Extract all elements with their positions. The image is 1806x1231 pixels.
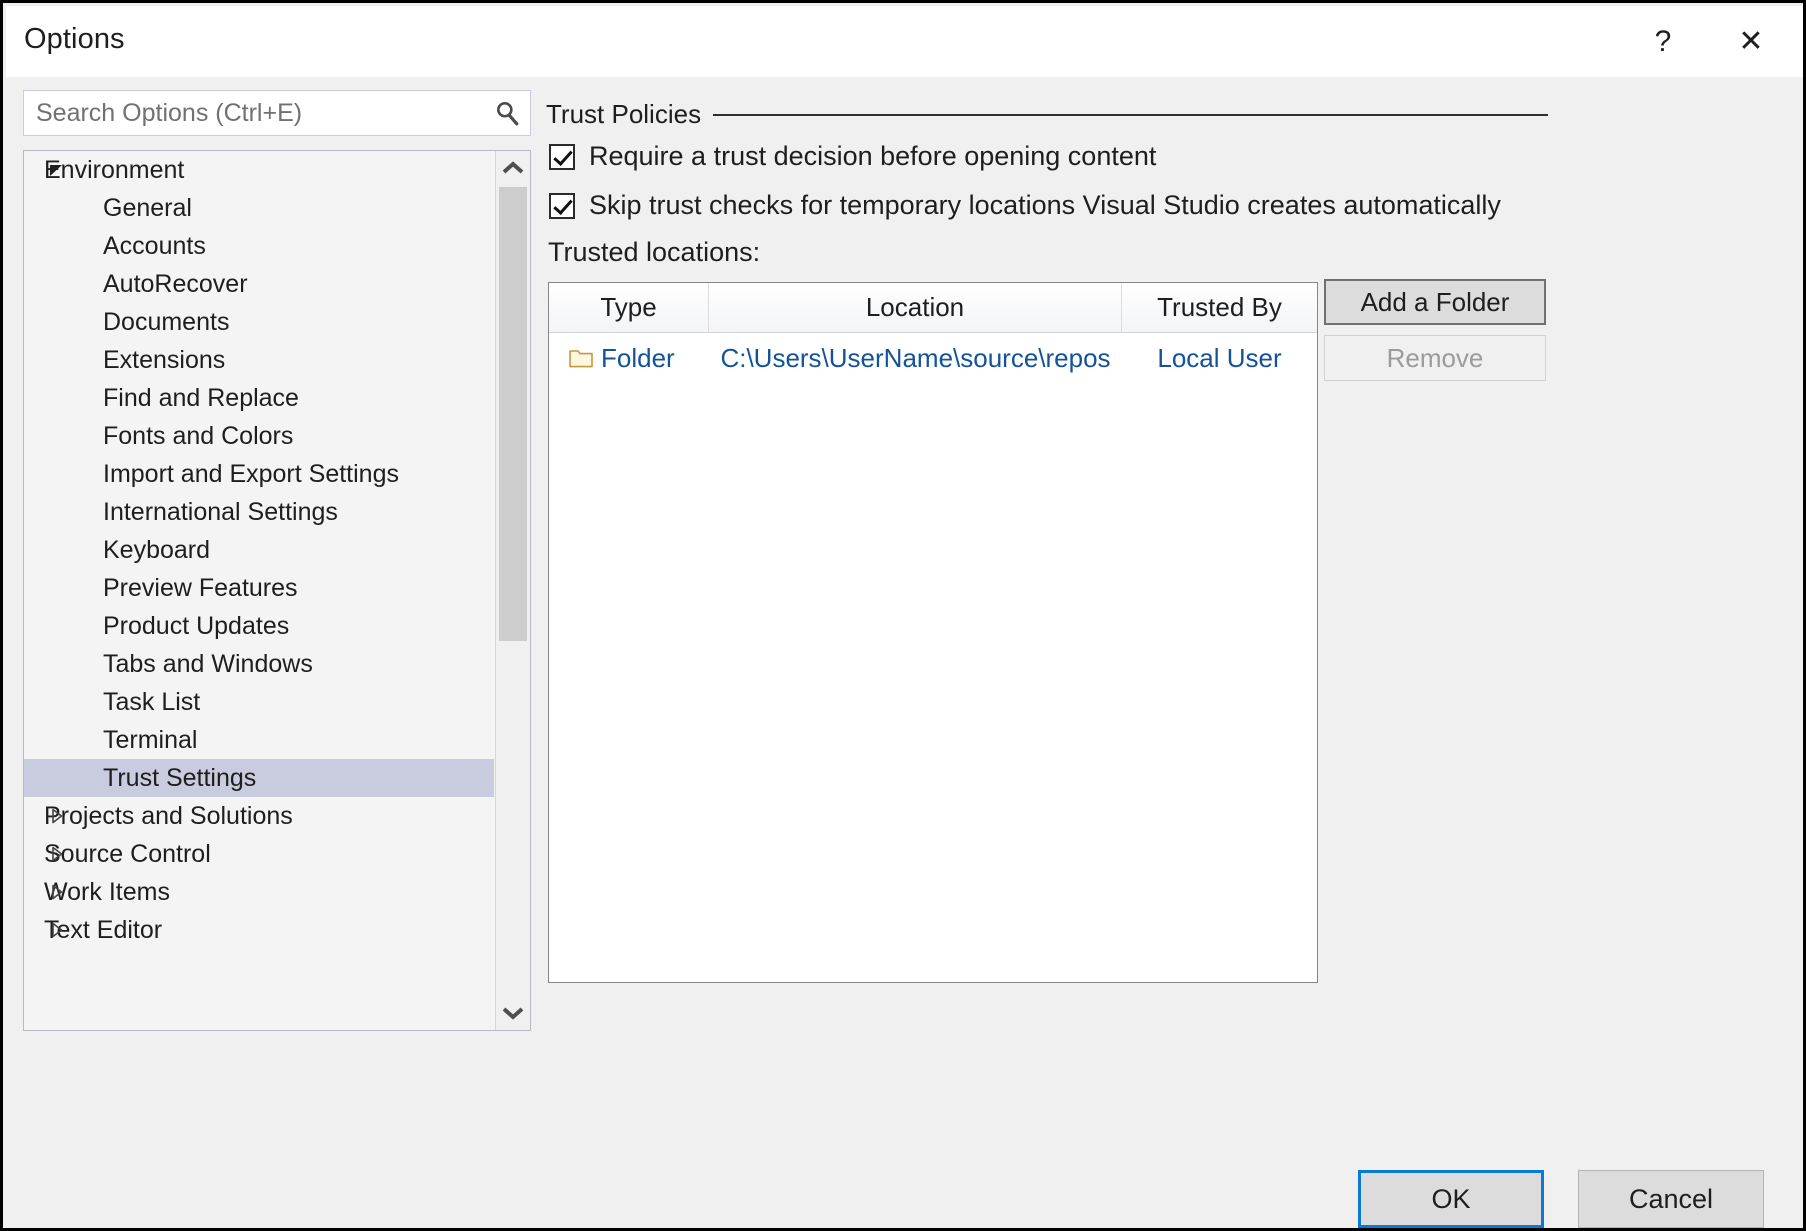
tree-expander-collapsed-icon[interactable] <box>46 881 68 903</box>
tree-item-fonts-and-colors[interactable]: Fonts and Colors <box>24 417 494 455</box>
cell-type-text: Folder <box>601 343 675 374</box>
tree-item-terminal[interactable]: Terminal <box>24 721 494 759</box>
tree-item-trust-settings[interactable]: Trust Settings <box>24 759 494 797</box>
table-header-row: Type Location Trusted By <box>549 283 1317 333</box>
tree-item-label: Projects and Solutions <box>44 802 293 831</box>
tree-item-label: Preview Features <box>103 574 298 603</box>
question-mark-icon: ? <box>1655 25 1672 59</box>
group-title: Trust Policies <box>546 99 713 130</box>
trusted-locations-table: Type Location Trusted By Folder C:\Users… <box>548 282 1318 983</box>
tree-expander-collapsed-icon[interactable] <box>46 805 68 827</box>
tree-item-label: General <box>103 194 192 223</box>
dialog-footer: OK Cancel <box>6 1157 1806 1228</box>
tree-item-label: Source Control <box>44 840 211 869</box>
tree-item-documents[interactable]: Documents <box>24 303 494 341</box>
trusted-locations-label: Trusted locations: <box>548 237 760 268</box>
add-a-folder-button[interactable]: Add a Folder <box>1324 279 1546 325</box>
scrollbar-thumb[interactable] <box>499 187 527 641</box>
tree-item-label: Extensions <box>103 346 225 375</box>
cell-location: C:\Users\UserName\source\repos <box>709 333 1122 383</box>
tree-item-source-control[interactable]: Source Control <box>24 835 494 873</box>
chevron-up-icon <box>502 161 524 175</box>
folder-icon <box>569 349 593 368</box>
tree-item-product-updates[interactable]: Product Updates <box>24 607 494 645</box>
cancel-button[interactable]: Cancel <box>1578 1170 1764 1228</box>
tree-item-international-settings[interactable]: International Settings <box>24 493 494 531</box>
tree-item-label: Documents <box>103 308 229 337</box>
tree-item-label: International Settings <box>103 498 338 527</box>
close-x-icon: ✕ <box>1738 24 1763 59</box>
chevron-down-icon <box>502 1006 524 1020</box>
tree-expander-expanded-icon[interactable] <box>46 159 68 181</box>
tree-item-label: Import and Export Settings <box>103 460 399 489</box>
help-button[interactable]: ? <box>1628 6 1698 77</box>
tree-item-find-and-replace[interactable]: Find and Replace <box>24 379 494 417</box>
tree-item-extensions[interactable]: Extensions <box>24 341 494 379</box>
tree-item-label: Fonts and Colors <box>103 422 293 451</box>
scroll-up-button[interactable] <box>496 151 530 185</box>
dialog-body: Environment General Accounts AutoRecover Doc… <box>6 77 1806 1157</box>
trust-settings-pane: Trust Policies Require a trust decision … <box>546 87 1796 1147</box>
close-button[interactable]: ✕ <box>1716 6 1786 77</box>
tree-item-label: Tabs and Windows <box>103 650 313 679</box>
search-box[interactable] <box>23 90 531 136</box>
tree-item-general[interactable]: General <box>24 189 494 227</box>
trust-policies-group-header: Trust Policies <box>546 99 1548 130</box>
require-trust-decision-row[interactable]: Require a trust decision before opening … <box>549 141 1156 172</box>
skip-trust-checks-row[interactable]: Skip trust checks for temporary location… <box>549 190 1501 221</box>
tree-item-keyboard[interactable]: Keyboard <box>24 531 494 569</box>
tree-expander-collapsed-icon[interactable] <box>46 919 68 941</box>
title-bar: Options ? ✕ <box>6 6 1806 77</box>
options-dialog: Options ? ✕ Environment General Accounts Au… <box>0 0 1806 1231</box>
tree-item-autorecover[interactable]: AutoRecover <box>24 265 494 303</box>
tree-item-text-editor[interactable]: Text Editor <box>24 911 494 949</box>
tree-item-environment[interactable]: Environment <box>24 151 494 189</box>
skip-trust-checks-label: Skip trust checks for temporary location… <box>589 190 1501 221</box>
require-trust-decision-checkbox[interactable] <box>549 144 575 170</box>
tree-scrollbar[interactable] <box>495 151 530 1030</box>
table-row[interactable]: Folder C:\Users\UserName\source\repos Lo… <box>549 333 1317 383</box>
tree-item-label: Trust Settings <box>103 764 256 793</box>
cell-type: Folder <box>549 333 709 383</box>
require-trust-decision-label: Require a trust decision before opening … <box>589 141 1156 172</box>
tree-item-label: Task List <box>103 688 200 717</box>
tree-item-accounts[interactable]: Accounts <box>24 227 494 265</box>
group-divider <box>713 114 1548 116</box>
column-header-location[interactable]: Location <box>709 283 1122 332</box>
ok-button[interactable]: OK <box>1358 1170 1544 1228</box>
tree-item-tabs-and-windows[interactable]: Tabs and Windows <box>24 645 494 683</box>
tree-item-work-items[interactable]: Work Items <box>24 873 494 911</box>
column-header-type[interactable]: Type <box>549 283 709 332</box>
cell-trusted-by: Local User <box>1122 333 1317 383</box>
tree-item-task-list[interactable]: Task List <box>24 683 494 721</box>
tree-item-label: Terminal <box>103 726 197 755</box>
tree-item-preview-features[interactable]: Preview Features <box>24 569 494 607</box>
search-icon <box>494 100 520 126</box>
tree-item-label: Keyboard <box>103 536 210 565</box>
tree-expander-collapsed-icon[interactable] <box>46 843 68 865</box>
tree-item-projects-and-solutions[interactable]: Projects and Solutions <box>24 797 494 835</box>
tree-item-label: Find and Replace <box>103 384 299 413</box>
skip-trust-checks-checkbox[interactable] <box>549 193 575 219</box>
tree-item-label: Product Updates <box>103 612 289 641</box>
remove-button[interactable]: Remove <box>1324 335 1546 381</box>
column-header-trusted-by[interactable]: Trusted By <box>1122 283 1317 332</box>
scroll-down-button[interactable] <box>496 996 530 1030</box>
options-tree: Environment General Accounts AutoRecover Doc… <box>23 150 531 1031</box>
dialog-title: Options <box>24 23 125 56</box>
tree-list: Environment General Accounts AutoRecover Doc… <box>24 151 494 949</box>
tree-item-label: AutoRecover <box>103 270 248 299</box>
tree-item-import-and-export-settings[interactable]: Import and Export Settings <box>24 455 494 493</box>
tree-item-label: Accounts <box>103 232 206 261</box>
search-input[interactable] <box>24 91 479 135</box>
